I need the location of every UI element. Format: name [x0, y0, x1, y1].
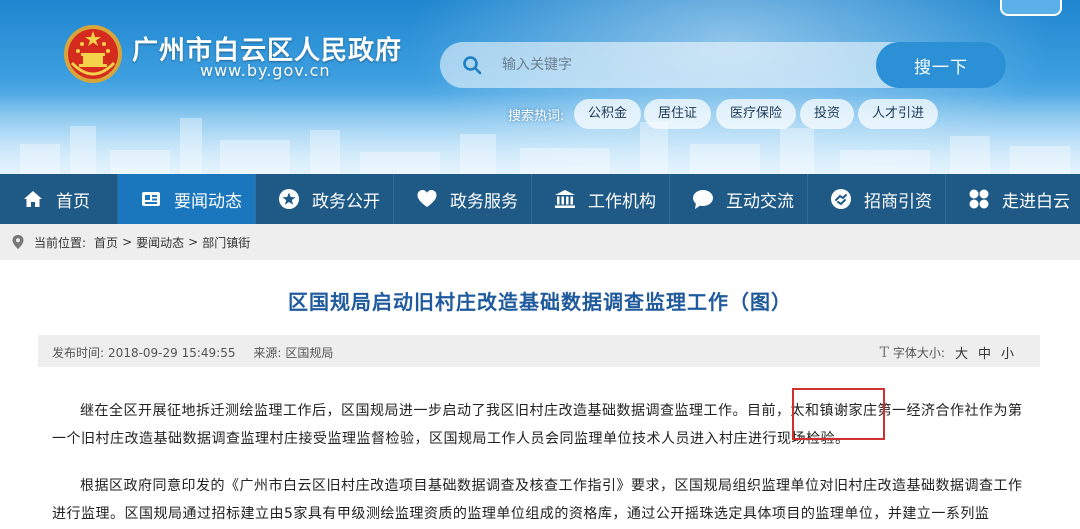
nav-label-investment: 招商引资 — [864, 191, 932, 212]
hot-tag-medical-insurance[interactable]: 医疗保险 — [716, 99, 797, 129]
hot-tag-talent-introduction[interactable]: 人才引进 — [858, 99, 939, 129]
chat-bubble-icon — [693, 190, 713, 209]
grid-clover-icon — [969, 189, 989, 209]
source-label: 来源: — [253, 346, 282, 360]
font-size-label: 字体大小: — [892, 346, 945, 360]
nav-label-about-baiyun: 走进白云 — [1002, 191, 1070, 212]
publish-time-label: 发布时间: — [52, 346, 105, 360]
nav-item-interaction[interactable]: 互动交流 — [670, 174, 808, 224]
hot-tag-residence-permit[interactable]: 居住证 — [644, 99, 712, 129]
home-icon — [24, 191, 42, 207]
nav-item-home[interactable]: 首页 — [0, 174, 118, 224]
article-meta-info: 发布时间: 2018-09-29 15:49:55 来源: 区国规局 — [52, 344, 347, 361]
font-size-medium-button[interactable]: 中 — [978, 343, 991, 362]
heart-icon — [417, 190, 437, 207]
search-box: 搜一下 — [440, 42, 1006, 88]
main-nav: 首页 要闻动态 政务公开 政务服务 工作机构 互动交流 招商引资 走进白云 — [0, 174, 1080, 224]
location-pin-icon — [12, 235, 24, 249]
building-icon — [555, 190, 575, 208]
breadcrumb: 当前位置: 首页 > 要闻动态 > 部门镇街 — [0, 224, 1080, 260]
national-emblem-icon — [64, 25, 122, 83]
highlight-annotation-box — [792, 388, 885, 440]
nav-item-investment[interactable]: 招商引资 — [808, 174, 946, 224]
font-size-icon: T — [879, 344, 889, 361]
breadcrumb-home[interactable]: 首页 — [94, 234, 118, 251]
corner-badge[interactable] — [1000, 0, 1062, 16]
breadcrumb-separator: > — [122, 235, 133, 249]
nav-label-gov-affairs: 政务公开 — [312, 191, 380, 212]
search-icon[interactable] — [462, 55, 482, 75]
nav-item-gov-services[interactable]: 政务服务 — [394, 174, 532, 224]
article-meta-bar: 发布时间: 2018-09-29 15:49:55 来源: 区国规局 T 字体大小:… — [38, 335, 1040, 367]
nav-label-institutions: 工作机构 — [588, 191, 656, 212]
search-input[interactable] — [502, 50, 802, 80]
font-size-small-button[interactable]: 小 — [1001, 343, 1014, 362]
nav-item-institutions[interactable]: 工作机构 — [532, 174, 670, 224]
nav-label-home: 首页 — [56, 191, 90, 212]
site-url[interactable]: www.by.gov.cn — [200, 61, 331, 80]
font-size-controls: T 字体大小: 大 中 小 — [879, 343, 1014, 363]
article-paragraph-2: 根据区政府同意印发的《广州市白云区旧村庄改造项目基础数据调查及核查工作指引》要求… — [52, 478, 1023, 522]
breadcrumb-label: 当前位置: — [34, 235, 87, 250]
news-icon — [142, 192, 160, 206]
article-paragraph-1: 继在全区开展征地拆迁测绘监理工作后，区国规局进一步启动了我区旧村庄改造基础数据调… — [52, 397, 1032, 453]
search-button[interactable]: 搜一下 — [876, 42, 1006, 88]
nav-item-about-baiyun[interactable]: 走进白云 — [946, 174, 1080, 224]
handshake-icon — [831, 189, 851, 209]
font-size-large-button[interactable]: 大 — [955, 343, 968, 362]
hot-search-label: 搜索热词: — [508, 109, 565, 124]
breadcrumb-news[interactable]: 要闻动态 — [136, 234, 184, 251]
paragraph-1-text-before: 继在全区开展征地拆迁测绘监理工作后，区国规局进一步启动了我区旧村庄改造基础数据调… — [80, 403, 791, 419]
source-value: 区国规局 — [285, 346, 334, 360]
hot-tag-investment[interactable]: 投资 — [800, 99, 855, 129]
nav-item-news[interactable]: 要闻动态 — [118, 174, 256, 224]
breadcrumb-separator: > — [188, 235, 199, 249]
nav-label-gov-services: 政务服务 — [450, 191, 518, 212]
hot-tag-housing-fund[interactable]: 公积金 — [574, 99, 642, 129]
nav-label-interaction: 互动交流 — [726, 191, 794, 212]
publish-time: 2018-09-29 15:49:55 — [108, 346, 236, 360]
site-header: 广州市白云区人民政府 www.by.gov.cn 搜一下 搜索热词: 公积金 居… — [0, 0, 1080, 174]
star-badge-icon — [279, 189, 299, 209]
article-title: 区国规局启动旧村庄改造基础数据调查监理工作（图） — [288, 290, 792, 314]
nav-label-news: 要闻动态 — [174, 191, 242, 212]
nav-item-gov-affairs[interactable]: 政务公开 — [256, 174, 394, 224]
breadcrumb-department[interactable]: 部门镇街 — [202, 234, 250, 251]
